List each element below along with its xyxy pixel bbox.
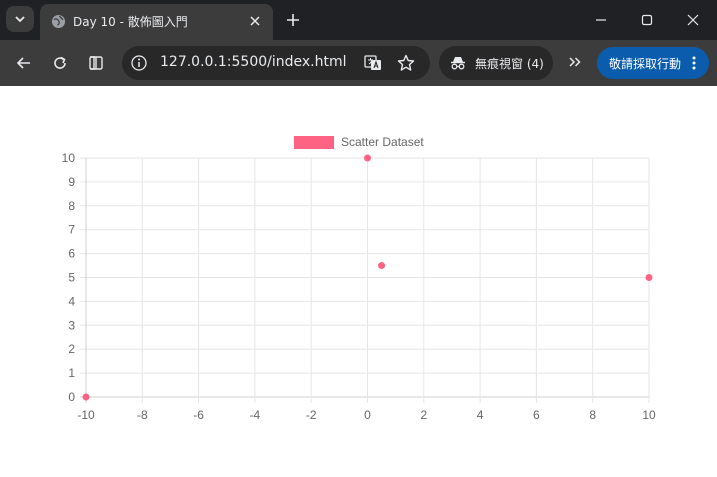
tab-close-button[interactable] bbox=[247, 13, 263, 29]
plus-icon bbox=[287, 14, 299, 26]
action-button[interactable]: 敬請採取行動 bbox=[597, 47, 709, 79]
y-tick-label: 5 bbox=[68, 271, 75, 285]
y-tick-label: 0 bbox=[68, 390, 75, 404]
title-bar: Day 10 - 散佈圖入門 bbox=[0, 0, 717, 40]
incognito-icon bbox=[451, 57, 465, 70]
url-text[interactable]: 127.0.0.1:5500/index.html bbox=[160, 54, 347, 70]
chevron-down-icon bbox=[15, 16, 25, 23]
toolbar: 127.0.0.1:5500/index.html 無痕視窗 (4) 敬請採取行… bbox=[0, 40, 717, 86]
y-tick-label: 7 bbox=[68, 223, 75, 237]
back-arrow-icon bbox=[16, 57, 30, 69]
globe-icon bbox=[51, 14, 66, 29]
new-tab-button[interactable] bbox=[283, 10, 303, 30]
tab-search-button[interactable] bbox=[6, 6, 34, 32]
incognito-label: 無痕視窗 (4) bbox=[475, 57, 544, 71]
action-label: 敬請採取行動 bbox=[609, 57, 682, 71]
tab-title: Day 10 - 散佈圖入門 bbox=[73, 15, 188, 29]
reload-icon bbox=[54, 56, 66, 69]
kebab-menu-icon[interactable] bbox=[687, 54, 701, 72]
y-tick-label: 1 bbox=[68, 366, 75, 380]
minimize-button[interactable] bbox=[578, 0, 624, 40]
x-axis-ticks: -10 -8 -6 -4 -2 0 2 4 6 8 10 bbox=[77, 408, 656, 422]
x-tick-label: -8 bbox=[137, 408, 148, 422]
x-tick-label: 8 bbox=[589, 408, 596, 422]
x-tick-label: -6 bbox=[193, 408, 204, 422]
maximize-button[interactable] bbox=[624, 0, 670, 40]
y-tick-label: 6 bbox=[68, 247, 75, 261]
extensions-overflow-button[interactable] bbox=[564, 51, 586, 73]
split-view-icon bbox=[89, 56, 103, 70]
x-tick-label: -4 bbox=[250, 408, 261, 422]
scatter-point[interactable] bbox=[364, 154, 371, 162]
y-axis-ticks: 0 1 2 3 4 5 6 7 8 9 10 bbox=[62, 151, 76, 404]
chart-legend: Scatter Dataset bbox=[294, 135, 424, 149]
double-chevron-icon bbox=[569, 57, 581, 67]
translate-icon[interactable] bbox=[364, 54, 382, 72]
chart-grid bbox=[80, 157, 650, 403]
x-tick-label: 4 bbox=[477, 408, 484, 422]
scatter-point[interactable] bbox=[378, 262, 386, 270]
address-bar[interactable]: 127.0.0.1:5500/index.html bbox=[122, 46, 430, 80]
x-tick-label: 0 bbox=[364, 408, 371, 422]
maximize-icon bbox=[641, 14, 653, 26]
y-tick-label: 10 bbox=[62, 151, 76, 165]
y-tick-label: 9 bbox=[68, 175, 75, 189]
star-icon[interactable] bbox=[397, 54, 415, 72]
y-tick-label: 2 bbox=[68, 342, 75, 356]
close-icon bbox=[687, 14, 699, 26]
y-tick-label: 4 bbox=[68, 294, 75, 308]
incognito-indicator[interactable]: 無痕視窗 (4) bbox=[439, 46, 553, 80]
scatter-chart: 0 1 2 3 4 5 6 7 8 9 10 -10 -8 -6 -4 -2 0 2 4 6 8 10 Scatter … bbox=[62, 135, 656, 422]
page-content: 0 1 2 3 4 5 6 7 8 9 10 -10 -8 -6 -4 -2 0 2 4 6 8 10 Scatter … bbox=[0, 86, 717, 473]
scatter-point[interactable] bbox=[82, 393, 90, 401]
window-close-button[interactable] bbox=[670, 0, 716, 40]
browser-window: Day 10 - 散佈圖入門 127.0.0.1:5500/index.html… bbox=[0, 0, 717, 473]
info-icon[interactable] bbox=[130, 54, 148, 72]
browser-tab[interactable]: Day 10 - 散佈圖入門 bbox=[40, 4, 273, 40]
x-tick-label: -10 bbox=[77, 408, 95, 422]
x-tick-label: -2 bbox=[306, 408, 317, 422]
scatter-point[interactable] bbox=[645, 274, 653, 281]
minimize-icon bbox=[596, 19, 606, 21]
legend-label[interactable]: Scatter Dataset bbox=[341, 135, 424, 149]
close-icon bbox=[250, 16, 260, 26]
reload-button[interactable] bbox=[48, 51, 72, 75]
y-tick-label: 3 bbox=[68, 318, 75, 332]
x-tick-label: 10 bbox=[642, 408, 656, 422]
back-button[interactable] bbox=[12, 51, 36, 75]
x-tick-label: 6 bbox=[533, 408, 540, 422]
x-tick-label: 2 bbox=[420, 408, 427, 422]
split-view-button[interactable] bbox=[84, 51, 108, 75]
y-tick-label: 8 bbox=[68, 199, 75, 213]
legend-swatch[interactable] bbox=[294, 136, 334, 149]
